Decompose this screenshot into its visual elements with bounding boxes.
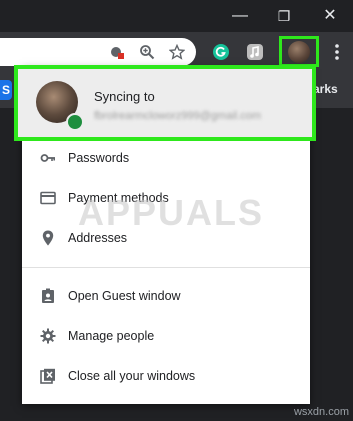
address-bar[interactable] (0, 38, 196, 66)
incognito-blocked-icon[interactable] (106, 41, 128, 63)
window-titlebar: — ❐ ✕ (0, 0, 353, 32)
menu-item-passwords[interactable]: Passwords (22, 138, 310, 178)
more-vert-icon[interactable] (326, 41, 348, 63)
menu-item-label: Manage people (68, 329, 155, 343)
menu-item-addresses[interactable]: Addresses (22, 218, 310, 258)
menu-item-open-guest-window[interactable]: Open Guest window (22, 276, 310, 316)
source-credit: wsxdn.com (293, 406, 349, 418)
menu-item-payment-methods[interactable]: Payment methods (22, 178, 310, 218)
close-window-button[interactable]: ✕ (318, 4, 342, 28)
menu-item-close-all-windows[interactable]: Close all your windows (22, 356, 310, 396)
close-windows-icon (40, 368, 56, 384)
menu-divider (22, 267, 310, 268)
bookmark-item-first[interactable]: S (0, 80, 12, 100)
key-icon (40, 150, 56, 166)
menu-item-label: Payment methods (68, 191, 169, 205)
minimize-button[interactable]: — (228, 4, 252, 28)
menu-item-label: Open Guest window (68, 289, 181, 303)
sync-on-badge-icon (66, 113, 84, 131)
menu-item-label: Passwords (68, 151, 130, 165)
star-icon[interactable] (166, 41, 188, 63)
menu-item-label: Addresses (68, 231, 128, 245)
grammarly-icon[interactable] (210, 41, 232, 63)
menu-item-manage-people[interactable]: Manage people (22, 316, 310, 356)
gear-icon (40, 328, 56, 344)
music-extension-icon[interactable] (244, 41, 266, 63)
restore-button[interactable]: ❐ (272, 4, 296, 28)
credit-card-icon (40, 190, 56, 206)
menu-item-label: Close all your windows (68, 369, 196, 383)
sync-email: fbrolrearmcloworz999@gmail.com (94, 110, 262, 122)
zoom-icon[interactable] (136, 41, 158, 63)
guest-badge-icon (40, 288, 56, 304)
location-pin-icon (40, 230, 56, 246)
bookmark-item-other[interactable]: arks (313, 82, 338, 96)
sync-status-card[interactable]: Syncing to fbrolrearmcloworz999@gmail.co… (14, 65, 316, 141)
sync-title: Syncing to (94, 89, 155, 104)
profile-button[interactable] (279, 36, 319, 67)
profile-avatar-icon (288, 40, 310, 63)
